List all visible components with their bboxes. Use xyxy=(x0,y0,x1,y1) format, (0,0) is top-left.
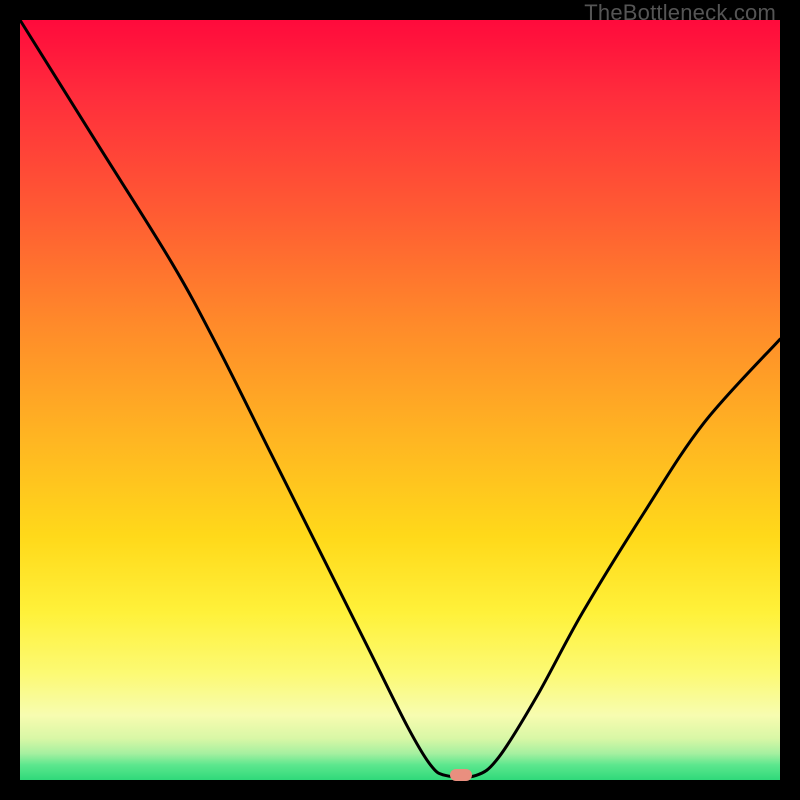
plot-area xyxy=(20,20,780,780)
bottleneck-curve xyxy=(20,20,780,780)
chart-frame: TheBottleneck.com xyxy=(0,0,800,800)
optimum-marker xyxy=(450,769,472,781)
